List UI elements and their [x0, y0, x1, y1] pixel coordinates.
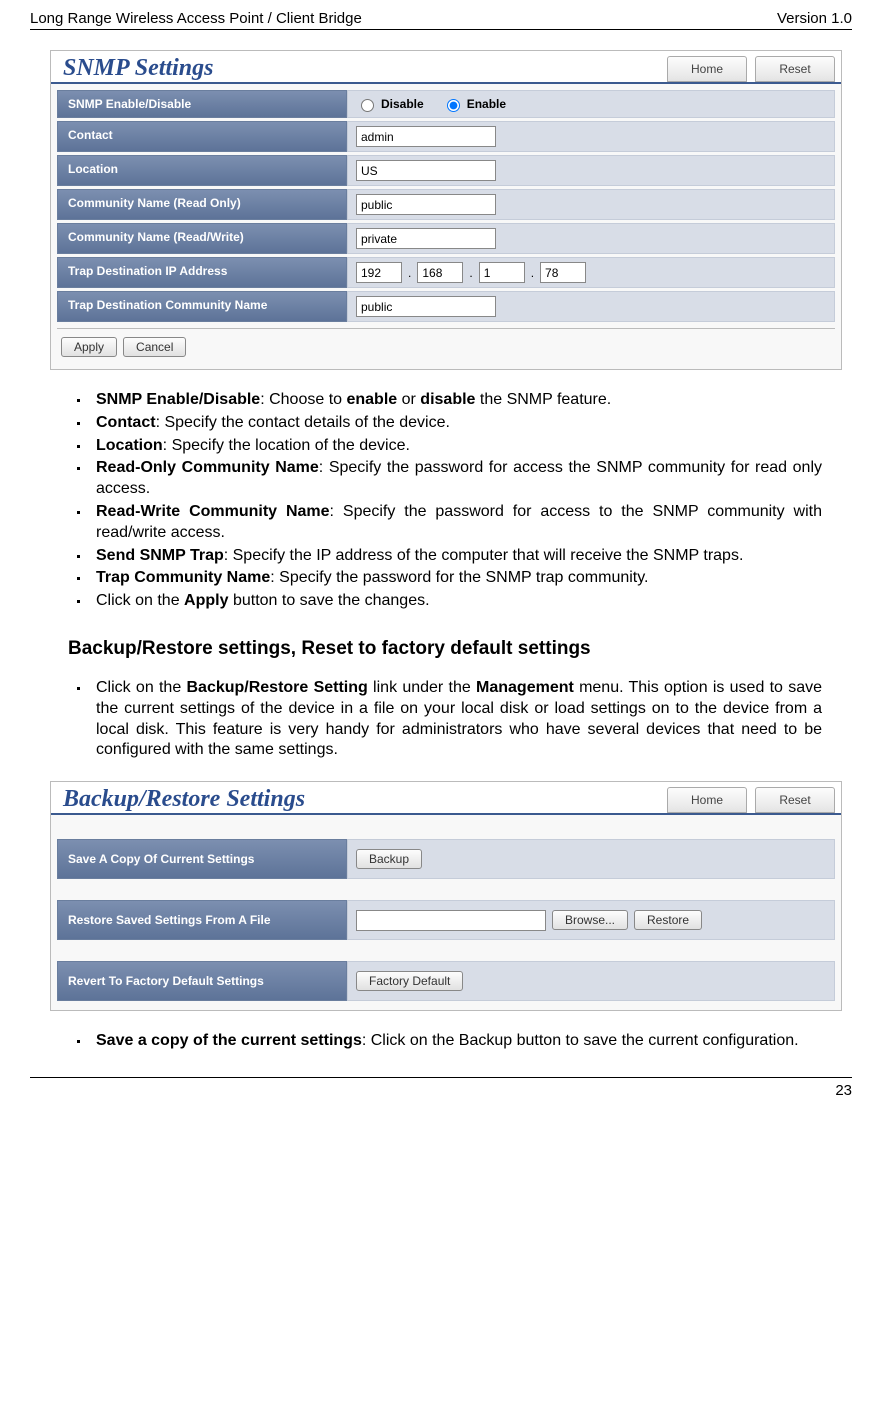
apply-button[interactable]: Apply — [61, 337, 117, 357]
trap-ip-label: Trap Destination IP Address — [57, 257, 347, 288]
ip-octet-3[interactable] — [479, 262, 525, 283]
restore-file-input[interactable] — [356, 910, 546, 931]
bullet-save-copy: Save a copy of the current settings: Cli… — [90, 1031, 822, 1052]
page-header: Long Range Wireless Access Point / Clien… — [30, 10, 852, 30]
comm-rw-label: Community Name (Read/Write) — [57, 223, 347, 254]
bullet-contact: Contact: Specify the contact details of … — [90, 413, 822, 434]
backup-button[interactable]: Backup — [356, 849, 422, 869]
page-footer: 23 — [30, 1077, 852, 1099]
snmp-enable-text: Enable — [467, 97, 506, 111]
revert-factory-label: Revert To Factory Default Settings — [57, 961, 347, 1001]
backup-panel-title: Backup/Restore Settings — [57, 786, 305, 813]
last-bullets: Save a copy of the current settings: Cli… — [90, 1031, 822, 1052]
snmp-enable-label: SNMP Enable/Disable — [57, 90, 347, 118]
reset-button-2[interactable]: Reset — [755, 787, 835, 813]
restore-from-file-label: Restore Saved Settings From A File — [57, 900, 347, 940]
save-copy-label: Save A Copy Of Current Settings — [57, 839, 347, 879]
header-left: Long Range Wireless Access Point / Clien… — [30, 10, 362, 27]
ip-octet-2[interactable] — [417, 262, 463, 283]
bullet-trap-community: Trap Community Name: Specify the passwor… — [90, 568, 822, 589]
bullet-snmp-enable: SNMP Enable/Disable: Choose to enable or… — [90, 390, 822, 411]
bullet-location: Location: Specify the location of the de… — [90, 436, 822, 457]
backup-panel-titlebar: Backup/Restore Settings Home Reset — [51, 782, 841, 815]
comm-ro-input[interactable] — [356, 194, 496, 215]
backup-restore-panel: Backup/Restore Settings Home Reset Save … — [50, 781, 842, 1011]
header-right: Version 1.0 — [777, 10, 852, 27]
snmp-settings-panel: SNMP Settings Home Reset SNMP Enable/Dis… — [50, 50, 842, 370]
snmp-panel-title: SNMP Settings — [57, 55, 213, 82]
contact-label: Contact — [57, 121, 347, 152]
bullet-click-apply: Click on the Apply button to save the ch… — [90, 591, 822, 612]
backup-intro-bullets: Click on the Backup/Restore Setting link… — [90, 678, 822, 761]
bullet-send-trap: Send SNMP Trap: Specify the IP address o… — [90, 546, 822, 567]
ip-octet-1[interactable] — [356, 262, 402, 283]
home-button[interactable]: Home — [667, 56, 747, 82]
snmp-disable-radio[interactable] — [361, 99, 374, 112]
location-input[interactable] — [356, 160, 496, 181]
trap-comm-label: Trap Destination Community Name — [57, 291, 347, 322]
home-button-2[interactable]: Home — [667, 787, 747, 813]
ip-octet-4[interactable] — [540, 262, 586, 283]
comm-ro-label: Community Name (Read Only) — [57, 189, 347, 220]
snmp-bullets: SNMP Enable/Disable: Choose to enable or… — [90, 390, 822, 612]
browse-button[interactable]: Browse... — [552, 910, 628, 930]
comm-rw-input[interactable] — [356, 228, 496, 249]
factory-default-button[interactable]: Factory Default — [356, 971, 463, 991]
bullet-backup-intro: Click on the Backup/Restore Setting link… — [90, 678, 822, 761]
snmp-disable-text: Disable — [381, 97, 424, 111]
page-number: 23 — [835, 1082, 852, 1099]
backup-section-title: Backup/Restore settings, Reset to factor… — [68, 638, 852, 660]
bullet-ro-community: Read-Only Community Name: Specify the pa… — [90, 458, 822, 500]
snmp-enable-radio[interactable] — [447, 99, 460, 112]
location-label: Location — [57, 155, 347, 186]
reset-button[interactable]: Reset — [755, 56, 835, 82]
contact-input[interactable] — [356, 126, 496, 147]
cancel-button[interactable]: Cancel — [123, 337, 186, 357]
restore-button[interactable]: Restore — [634, 910, 702, 930]
snmp-panel-titlebar: SNMP Settings Home Reset — [51, 51, 841, 84]
bullet-rw-community: Read-Write Community Name: Specify the p… — [90, 502, 822, 544]
trap-comm-input[interactable] — [356, 296, 496, 317]
